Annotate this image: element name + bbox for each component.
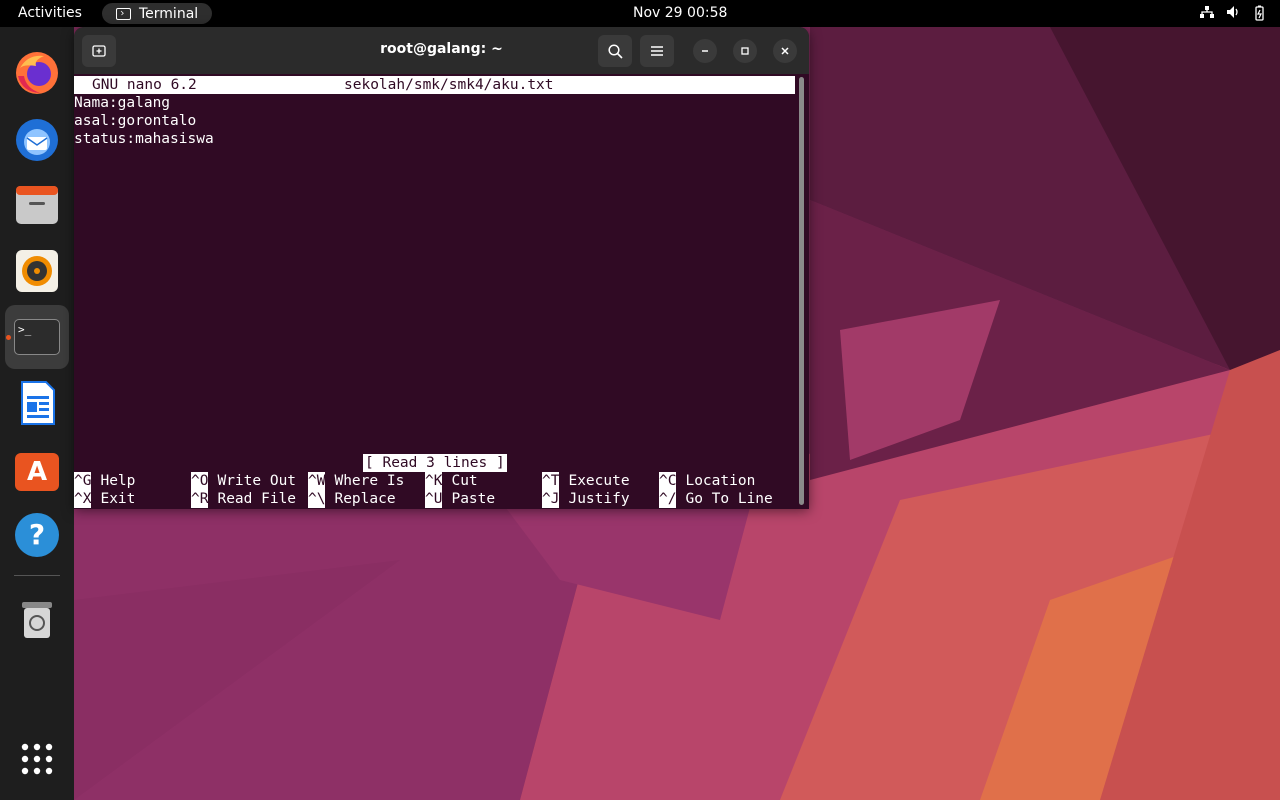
trash-icon [22, 602, 52, 638]
shortcut-help[interactable]: ^G Help [74, 472, 135, 490]
dock-help[interactable]: ? [5, 503, 69, 567]
help-icon: ? [15, 513, 59, 557]
shortcut-location[interactable]: ^C Location [659, 472, 755, 490]
shortcut-label: Where Is [334, 473, 405, 489]
text-line[interactable]: asal:gorontalo [74, 112, 196, 130]
terminal-window[interactable]: root@galang: ~ GNU nano 6.2 sekolah/smk/… [74, 27, 809, 509]
terminal-glyph: >_ [18, 323, 32, 336]
shortcut-key: ^X [74, 490, 92, 508]
dock-show-apps[interactable] [5, 727, 69, 791]
software-icon: A [15, 453, 59, 491]
nano-editor[interactable]: GNU nano 6.2 sekolah/smk/smk4/aku.txt Na… [74, 74, 796, 509]
shortcut-key: ^G [74, 472, 92, 490]
nano-filename: sekolah/smk/smk4/aku.txt [344, 77, 554, 93]
dock-files[interactable] [5, 173, 69, 237]
dock: >_ A ? [0, 27, 74, 800]
battery-icon [1255, 5, 1264, 21]
shortcut-execute[interactable]: ^T Execute [542, 472, 630, 490]
shortcut-key: ^O [191, 472, 209, 490]
dock-trash[interactable] [5, 587, 69, 651]
dock-writer[interactable] [5, 371, 69, 435]
shortcut-label: Exit [100, 491, 136, 507]
clock[interactable]: Nov 29 00:58 [633, 5, 727, 21]
shortcut-key: ^U [425, 490, 443, 508]
shortcut-key: ^R [191, 490, 209, 508]
close-button[interactable] [773, 39, 797, 63]
search-button[interactable] [598, 35, 632, 67]
network-icon [1200, 6, 1214, 18]
text-line[interactable]: status:mahasiswa [74, 130, 214, 148]
maximize-button[interactable] [733, 39, 757, 63]
terminal-titlebar[interactable]: root@galang: ~ [74, 27, 809, 74]
dock-separator [14, 575, 60, 576]
top-bar: Activities Terminal Nov 29 00:58 [0, 0, 1280, 27]
app-menu-label: Terminal [139, 5, 199, 22]
thunderbird-icon [16, 119, 58, 161]
writer-icon [21, 381, 55, 425]
close-icon [781, 47, 789, 55]
minimize-button[interactable] [693, 39, 717, 63]
shortcut-label: Help [100, 473, 136, 489]
system-tray[interactable] [1200, 5, 1266, 21]
shortcut-write-out[interactable]: ^O Write Out [191, 472, 296, 490]
search-icon [607, 43, 623, 59]
nano-version: GNU nano 6.2 [92, 77, 197, 93]
activities-button[interactable]: Activities [18, 5, 82, 21]
minimize-icon [702, 50, 708, 52]
firefox-icon [16, 52, 58, 94]
shortcut-key: ^\ [308, 490, 326, 508]
terminal-scrollbar[interactable] [799, 77, 804, 505]
shortcut-label: Replace [334, 491, 396, 507]
grid-icon [21, 743, 53, 775]
shortcut-label: Paste [451, 491, 496, 507]
shortcut-label: Location [685, 473, 756, 489]
maximize-icon [741, 47, 749, 55]
shortcut-cut[interactable]: ^K Cut [425, 472, 478, 490]
shortcut-key: ^K [425, 472, 443, 490]
shortcut-label: Execute [568, 473, 630, 489]
shortcut-key: ^C [659, 472, 677, 490]
nano-status-message: [ Read 3 lines ] [363, 454, 507, 472]
terminal-icon: >_ [14, 319, 60, 355]
dock-software[interactable]: A [5, 437, 69, 501]
dock-thunderbird[interactable] [5, 107, 69, 171]
dock-terminal[interactable]: >_ [5, 305, 69, 369]
shortcut-exit[interactable]: ^X Exit [74, 490, 135, 508]
shortcut-key: ^/ [659, 490, 677, 508]
files-icon [16, 186, 58, 224]
running-indicator [6, 335, 11, 340]
menu-button[interactable] [640, 35, 674, 67]
shortcut-read-file[interactable]: ^R Read File [191, 490, 296, 508]
hamburger-icon [651, 46, 663, 56]
shortcut-label: Read File [217, 491, 297, 507]
shortcut-label: Justify [568, 491, 630, 507]
shortcut-go-to-line[interactable]: ^/ Go To Line [659, 490, 773, 508]
text-line[interactable]: Nama:galang [74, 94, 170, 112]
shortcut-replace[interactable]: ^\ Replace [308, 490, 396, 508]
app-menu-terminal[interactable]: Terminal [102, 3, 212, 24]
software-glyph: A [26, 457, 48, 487]
help-glyph: ? [28, 518, 46, 551]
shortcut-key: ^T [542, 472, 560, 490]
nano-header: GNU nano 6.2 sekolah/smk/smk4/aku.txt [74, 76, 795, 94]
shortcut-label: Cut [451, 473, 478, 489]
shortcut-label: Go To Line [685, 491, 773, 507]
volume-icon [1227, 6, 1238, 18]
terminal-small-icon [116, 7, 131, 20]
shortcut-label: Write Out [217, 473, 297, 489]
dock-firefox[interactable] [5, 41, 69, 105]
shortcut-justify[interactable]: ^J Justify [542, 490, 630, 508]
shortcut-where-is[interactable]: ^W Where Is [308, 472, 404, 490]
dock-rhythmbox[interactable] [5, 239, 69, 303]
rhythmbox-icon [16, 250, 58, 292]
shortcut-key: ^W [308, 472, 326, 490]
shortcut-key: ^J [542, 490, 560, 508]
shortcut-paste[interactable]: ^U Paste [425, 490, 495, 508]
